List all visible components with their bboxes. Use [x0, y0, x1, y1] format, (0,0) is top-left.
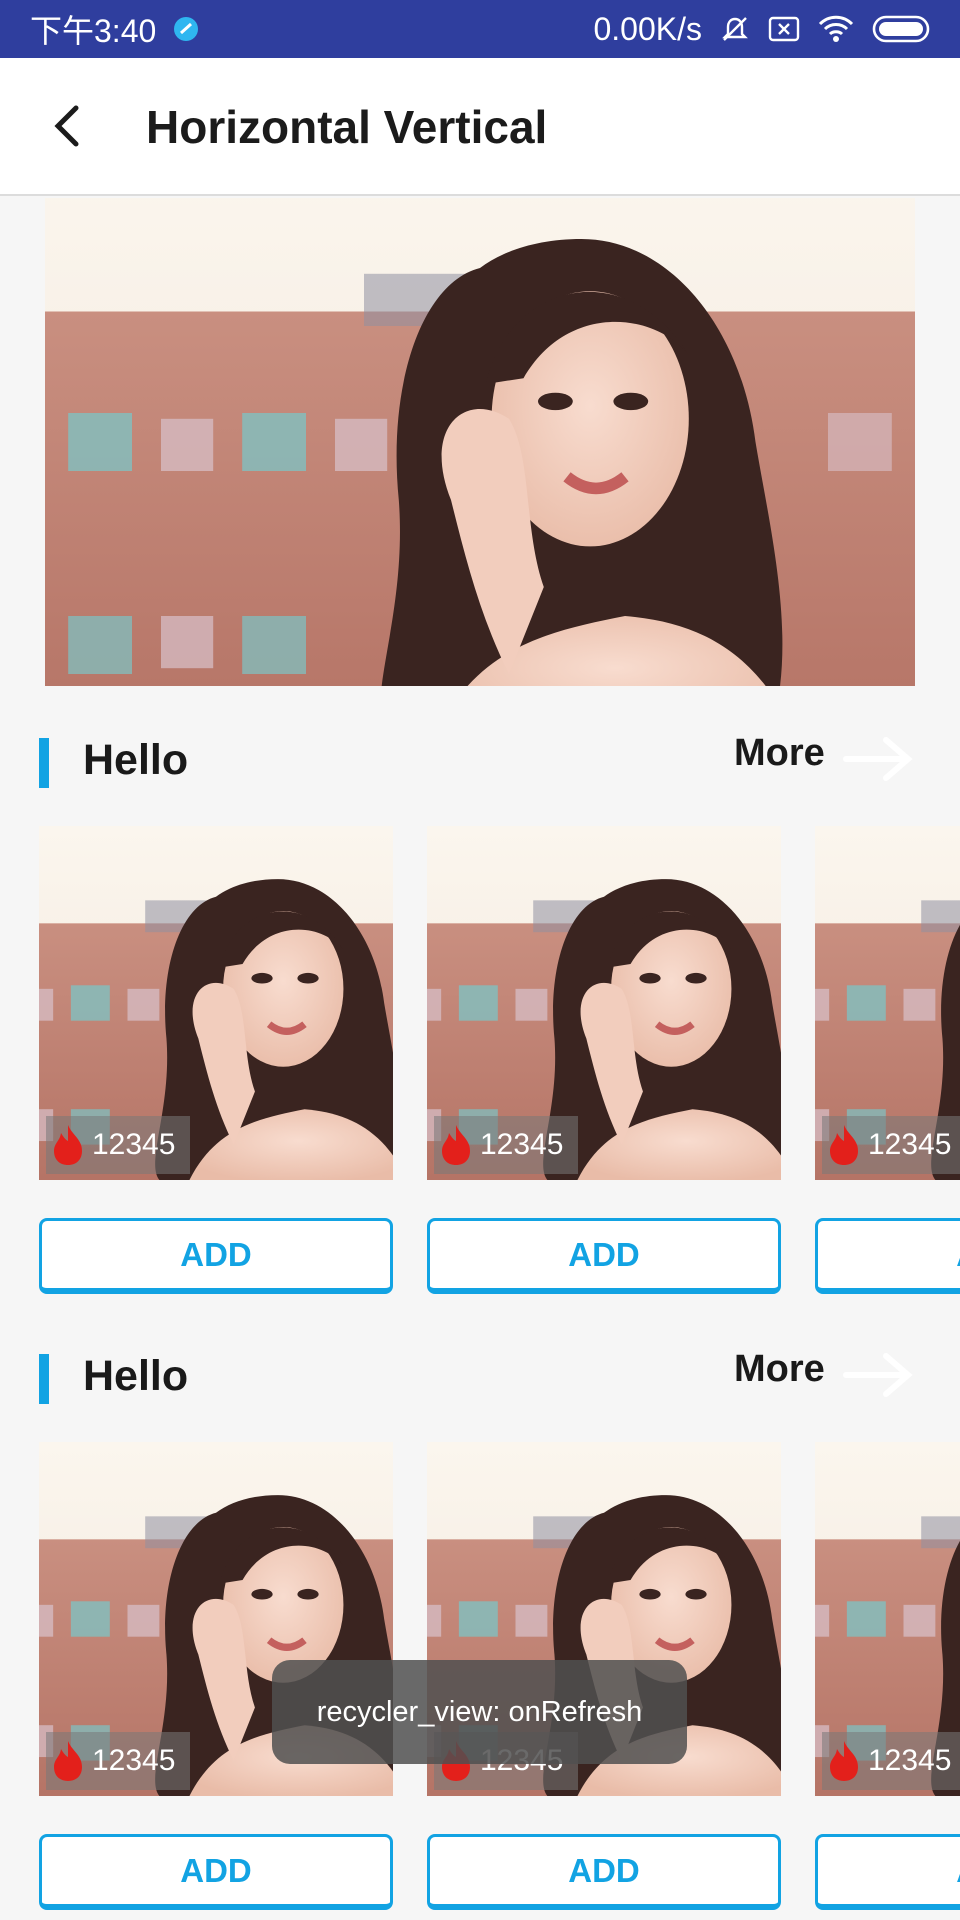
add-button[interactable]: ADD	[427, 1218, 781, 1294]
add-button[interactable]: ADD	[427, 1834, 781, 1910]
hot-count: 12345	[92, 1128, 176, 1161]
card-image[interactable]: 12345	[39, 826, 393, 1180]
fire-icon	[54, 1125, 82, 1165]
hot-count-badge: 12345	[46, 1116, 190, 1174]
banner-image[interactable]	[45, 198, 915, 686]
app-bar: Horizontal Vertical	[0, 58, 960, 196]
back-button[interactable]	[36, 94, 100, 158]
status-bar: 下午3:40 0.00K/s	[0, 0, 960, 58]
arrow-right-icon[interactable]	[842, 1350, 914, 1405]
hot-count: 12345	[868, 1128, 952, 1161]
add-button[interactable]: ADD	[815, 1218, 960, 1294]
hot-count: 12345	[480, 1128, 564, 1161]
chevron-left-icon	[54, 105, 79, 147]
mute-icon	[720, 14, 750, 44]
card-clip: 12345 ADD	[815, 826, 960, 1296]
card-clip: 12345 ADD	[815, 1442, 960, 1912]
more-button[interactable]: More	[734, 732, 825, 775]
more-button[interactable]: More	[734, 1348, 825, 1391]
app-notification-icon	[172, 15, 200, 43]
fire-icon	[442, 1125, 470, 1165]
card-image[interactable]: 12345	[427, 826, 781, 1180]
card-image[interactable]: 12345	[815, 1442, 960, 1796]
card-image[interactable]: 12345	[815, 826, 960, 1180]
fire-icon	[830, 1741, 858, 1781]
hot-count: 12345	[92, 1744, 176, 1777]
fire-icon	[54, 1741, 82, 1781]
section-accent-bar	[39, 738, 49, 788]
section-title: Hello	[83, 1352, 189, 1400]
add-button[interactable]: ADD	[39, 1218, 393, 1294]
hot-count-badge: 12345	[434, 1116, 578, 1174]
section-accent-bar	[39, 1354, 49, 1404]
add-button[interactable]: ADD	[815, 1834, 960, 1910]
hot-count-badge: 12345	[822, 1732, 960, 1790]
toast-message: recycler_view: onRefresh	[272, 1660, 687, 1764]
status-time: 下午3:40	[30, 13, 157, 49]
page-title: Horizontal Vertical	[146, 101, 548, 153]
fire-icon	[830, 1125, 858, 1165]
no-sim-icon	[768, 16, 800, 42]
add-button[interactable]: ADD	[39, 1834, 393, 1910]
arrow-right-icon[interactable]	[842, 734, 914, 789]
hot-count: 12345	[868, 1744, 952, 1777]
section-title: Hello	[83, 736, 189, 784]
network-speed: 0.00K/s	[593, 10, 702, 47]
hot-count-badge: 12345	[822, 1116, 960, 1174]
wifi-icon	[818, 15, 854, 43]
battery-icon	[872, 15, 932, 43]
hot-count-badge: 12345	[46, 1732, 190, 1790]
